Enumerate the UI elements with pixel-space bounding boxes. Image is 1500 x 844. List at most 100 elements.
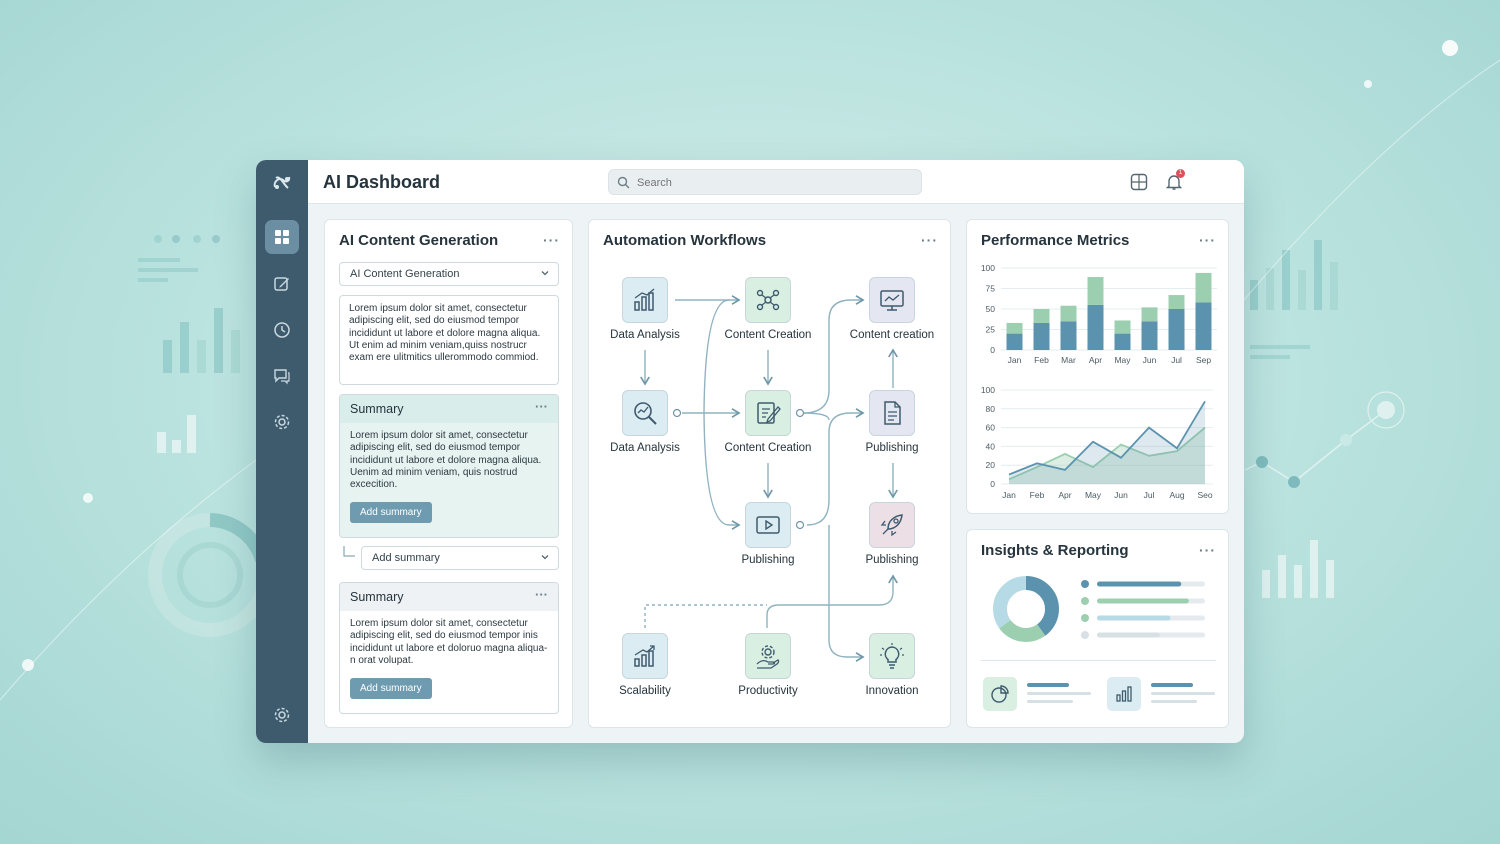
x-tick-label: Feb <box>1030 490 1045 500</box>
bar <box>1168 309 1185 350</box>
report-line <box>1027 700 1073 703</box>
progress-bars <box>1081 580 1205 639</box>
report-line <box>1151 692 1215 695</box>
workflow-node[interactable]: Scalability <box>580 633 710 697</box>
dashboard-window: AI Dashboard 1 <box>256 160 1244 743</box>
node-label: Content Creation <box>724 442 812 454</box>
chevron-down-icon <box>541 555 549 560</box>
y-tick-label: 100 <box>981 385 995 395</box>
notification-bell[interactable]: 1 <box>1163 169 1185 193</box>
node-label: Content Creation <box>724 329 812 341</box>
y-tick-label: 0 <box>990 345 995 355</box>
workflow-node[interactable]: Content creation <box>827 277 957 341</box>
sidebar-item-dashboard[interactable] <box>265 220 299 254</box>
bar <box>1168 295 1185 309</box>
summary-card: Summary ··· Lorem ipsum dolor sit amet, … <box>339 394 559 538</box>
workflow-node[interactable]: Data Analysis <box>580 390 710 454</box>
stacked-bar-chart: 0 25 50 75 100 Jan Feb Mar Apr May Jun Jul Sep <box>981 263 1217 365</box>
insights-reporting-panel: Insights & Reporting ··· <box>966 529 1229 728</box>
panel-title: AI Content Generation <box>339 232 499 249</box>
bar <box>1114 320 1131 334</box>
bar <box>1087 277 1104 305</box>
gear-icon <box>274 707 290 723</box>
x-tick-label: Jul <box>1171 355 1182 365</box>
automation-workflows-panel: Automation Workflows ··· Data Analysis C… <box>588 219 951 728</box>
layout-icon[interactable] <box>1128 171 1150 193</box>
sidebar-item-editor[interactable] <box>265 267 299 301</box>
more-options-icon[interactable]: ··· <box>1199 542 1216 558</box>
more-options-icon[interactable]: ··· <box>1199 232 1216 248</box>
bar-chart-icon <box>1116 686 1132 702</box>
summary-card-header: Summary ··· <box>340 395 558 423</box>
node-label: Innovation <box>865 685 919 697</box>
bar <box>1141 321 1158 350</box>
add-summary-select[interactable]: Add summary <box>361 546 559 570</box>
content-type-select[interactable]: AI Content Generation <box>339 262 559 286</box>
report-line <box>1151 700 1197 703</box>
x-tick-label: Jun <box>1114 490 1128 500</box>
workflow-node[interactable]: Publishing <box>827 502 957 566</box>
summary-card-header: Summary ··· <box>340 583 558 611</box>
ai-logo-icon[interactable] <box>265 166 299 200</box>
top-bar: AI Dashboard 1 <box>308 160 1244 204</box>
search-icon <box>617 176 630 189</box>
line-area-chart: 0 20 40 60 80 100 Jan Feb Apr May Jun Jul Aug Seo <box>981 385 1213 500</box>
branch-connector-icon <box>343 546 355 557</box>
workflow-node[interactable]: Content Creation <box>703 277 833 341</box>
y-tick-label: 40 <box>986 441 996 451</box>
search-input[interactable] <box>637 174 907 191</box>
workflow-node[interactable]: Innovation <box>827 633 957 697</box>
gear-hand-icon <box>756 645 780 669</box>
report-line <box>1151 683 1193 687</box>
chevron-down-icon <box>541 271 549 276</box>
bar <box>1060 321 1077 350</box>
search-bar[interactable] <box>608 169 922 195</box>
more-options-icon[interactable]: ··· <box>543 232 560 248</box>
workflow-node[interactable]: Data Analysis <box>580 277 710 341</box>
node-label: Data Analysis <box>610 329 680 341</box>
bar <box>1006 322 1023 334</box>
sidebar-item-history[interactable] <box>265 313 299 347</box>
sidebar-item-settings[interactable] <box>265 405 299 439</box>
bar <box>1195 272 1212 303</box>
node-label: Publishing <box>865 442 919 454</box>
node-label: Content creation <box>849 329 935 341</box>
x-tick-label: Sep <box>1196 355 1211 365</box>
sidebar-item-messages[interactable] <box>265 359 299 393</box>
workflow-node[interactable]: Publishing <box>827 390 957 454</box>
summary-title: Summary <box>350 590 404 604</box>
workflow-node[interactable]: Publishing <box>703 502 833 566</box>
x-tick-label: Jan <box>1008 355 1022 365</box>
workflow-node[interactable]: Productivity <box>703 633 833 697</box>
progress-fill <box>1097 581 1182 587</box>
x-tick-label: Apr <box>1058 490 1071 500</box>
legend-dot <box>1081 631 1089 639</box>
add-summary-button[interactable]: Add summary <box>350 502 432 524</box>
more-options-icon[interactable]: ··· <box>535 399 548 414</box>
select-value: AI Content Generation <box>350 268 460 280</box>
chat-icon <box>274 369 290 385</box>
clock-icon <box>274 322 290 338</box>
y-tick-label: 60 <box>986 423 996 433</box>
content-textarea[interactable]: Lorem ipsum dolor sit amet, consectetur … <box>339 295 559 385</box>
report-pie-button[interactable] <box>983 677 1017 711</box>
document-edit-icon <box>757 402 781 424</box>
report-bar-button[interactable] <box>1107 677 1141 711</box>
y-tick-label: 0 <box>990 479 995 489</box>
monitor-chart-icon <box>880 290 904 311</box>
add-summary-button[interactable]: Add summary <box>350 678 432 700</box>
summary-text: Lorem ipsum dolor sit amet, consectetur … <box>350 618 548 666</box>
report-line <box>1027 683 1069 687</box>
bar <box>1033 322 1050 350</box>
y-tick-label: 80 <box>986 404 996 414</box>
sidebar-bottom-settings[interactable] <box>265 698 299 732</box>
content-generation-panel: AI Content Generation ··· AI Content Gen… <box>324 219 573 728</box>
more-options-icon[interactable]: ··· <box>535 587 548 602</box>
bar <box>1060 305 1077 322</box>
divider <box>981 660 1216 661</box>
series-area <box>1009 401 1205 484</box>
bar <box>1033 309 1050 323</box>
y-tick-label: 100 <box>981 263 995 273</box>
y-tick-label: 20 <box>986 460 996 470</box>
workflow-node[interactable]: Content Creation <box>703 390 833 454</box>
